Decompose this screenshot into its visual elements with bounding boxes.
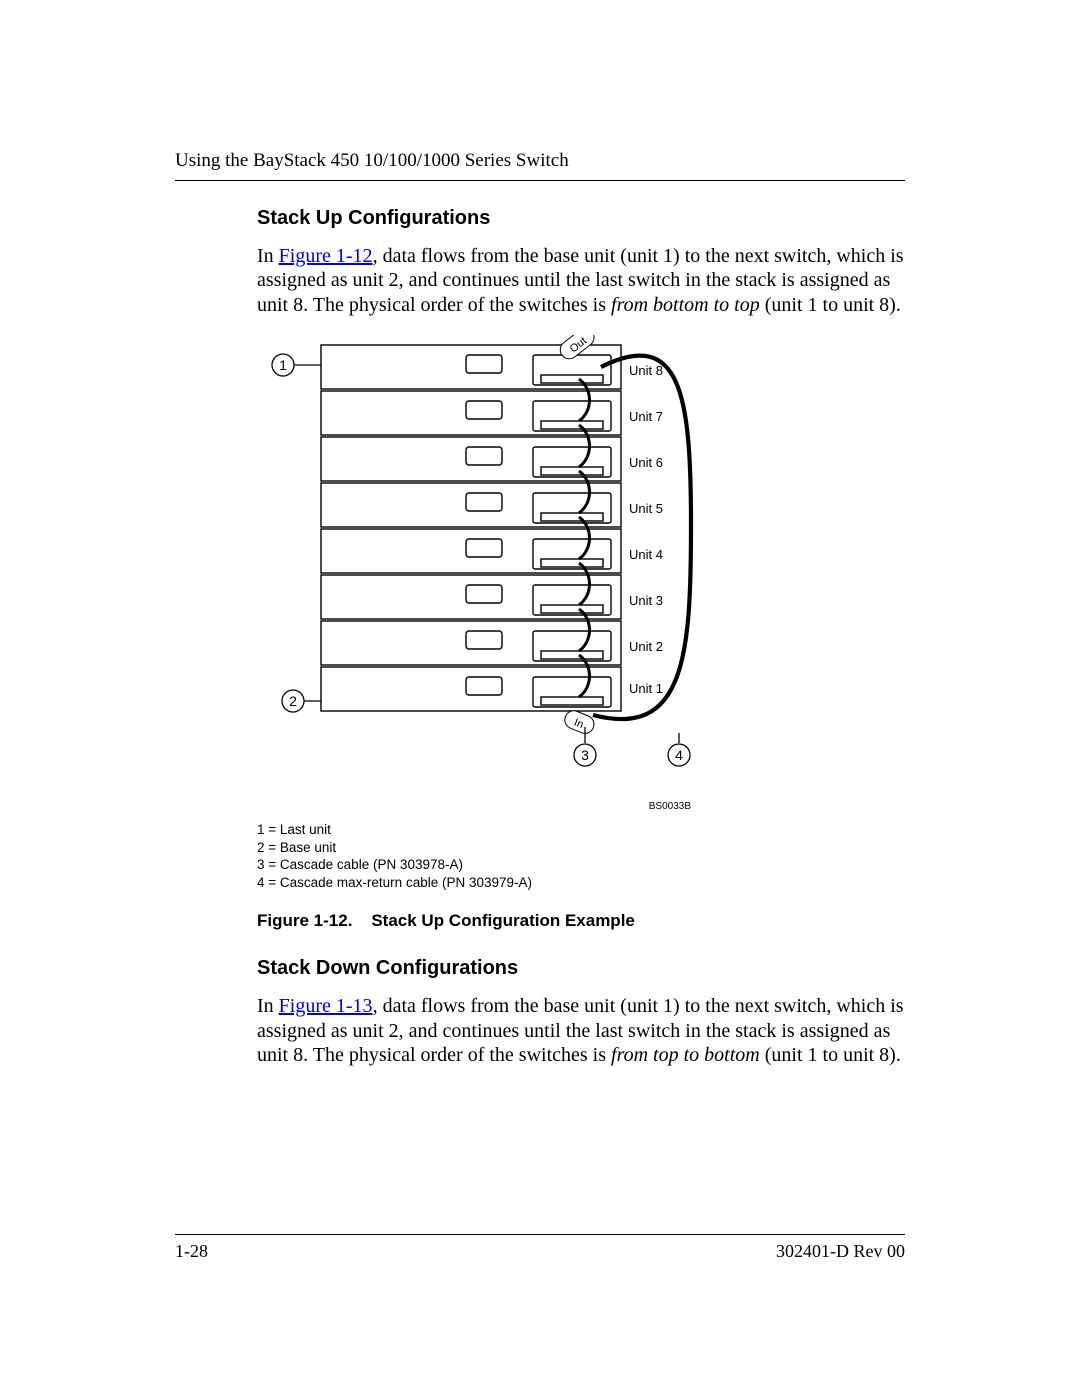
legend-line: 1 = Last unit (257, 821, 905, 839)
text: In (257, 995, 279, 1017)
emphasis: from bottom to top (611, 294, 760, 316)
unit-label: Unit 8 (629, 363, 663, 378)
figure-code: BS0033B (649, 801, 692, 812)
caption-label: Figure 1-12. (257, 911, 352, 930)
heading-stack-up: Stack Up Configurations (257, 207, 905, 230)
legend-line: 4 = Cascade max-return cable (PN 303979-… (257, 874, 905, 892)
callout-4: 4 (675, 747, 683, 763)
emphasis: from top to bottom (611, 1044, 760, 1066)
footer-rule (175, 1234, 905, 1235)
unit-label: Unit 5 (629, 501, 663, 516)
heading-stack-down: Stack Down Configurations (257, 957, 905, 980)
figure-legend: 1 = Last unit 2 = Base unit 3 = Cascade … (257, 821, 905, 891)
figure-1-12: Out In Unit 8 Unit 7 Unit 6 Unit 5 Unit … (261, 335, 701, 815)
unit-label: Unit 7 (629, 409, 663, 424)
legend-line: 3 = Cascade cable (PN 303978-A) (257, 856, 905, 874)
unit-label: Unit 4 (629, 547, 663, 562)
header-rule (175, 180, 905, 181)
para-stack-down: In Figure 1-13, data flows from the base… (257, 994, 905, 1067)
unit-label: Unit 6 (629, 455, 663, 470)
footer: 1-28 302401-D Rev 00 (175, 1241, 905, 1262)
doc-revision: 302401-D Rev 00 (776, 1241, 905, 1262)
callout-2: 2 (289, 693, 297, 709)
unit-label: Unit 1 (629, 681, 663, 696)
callout-1: 1 (279, 357, 287, 373)
text: (unit 1 to unit 8). (760, 294, 901, 316)
figure-link-1-12[interactable]: Figure 1-12 (279, 245, 373, 267)
page-number: 1-28 (175, 1241, 208, 1262)
unit-label: Unit 2 (629, 639, 663, 654)
caption-title: Stack Up Configuration Example (371, 911, 635, 930)
figure-link-1-13[interactable]: Figure 1-13 (279, 995, 373, 1017)
figure-svg: Out In Unit 8 Unit 7 Unit 6 Unit 5 Unit … (261, 335, 701, 815)
running-header: Using the BayStack 450 10/100/1000 Serie… (175, 150, 905, 172)
figure-caption: Figure 1-12. Stack Up Configuration Exam… (257, 911, 905, 931)
text: (unit 1 to unit 8). (760, 1044, 901, 1066)
legend-line: 2 = Base unit (257, 839, 905, 857)
callout-3: 3 (581, 747, 589, 763)
para-stack-up: In Figure 1-12, data flows from the base… (257, 244, 905, 317)
text: In (257, 245, 279, 267)
unit-label: Unit 3 (629, 593, 663, 608)
